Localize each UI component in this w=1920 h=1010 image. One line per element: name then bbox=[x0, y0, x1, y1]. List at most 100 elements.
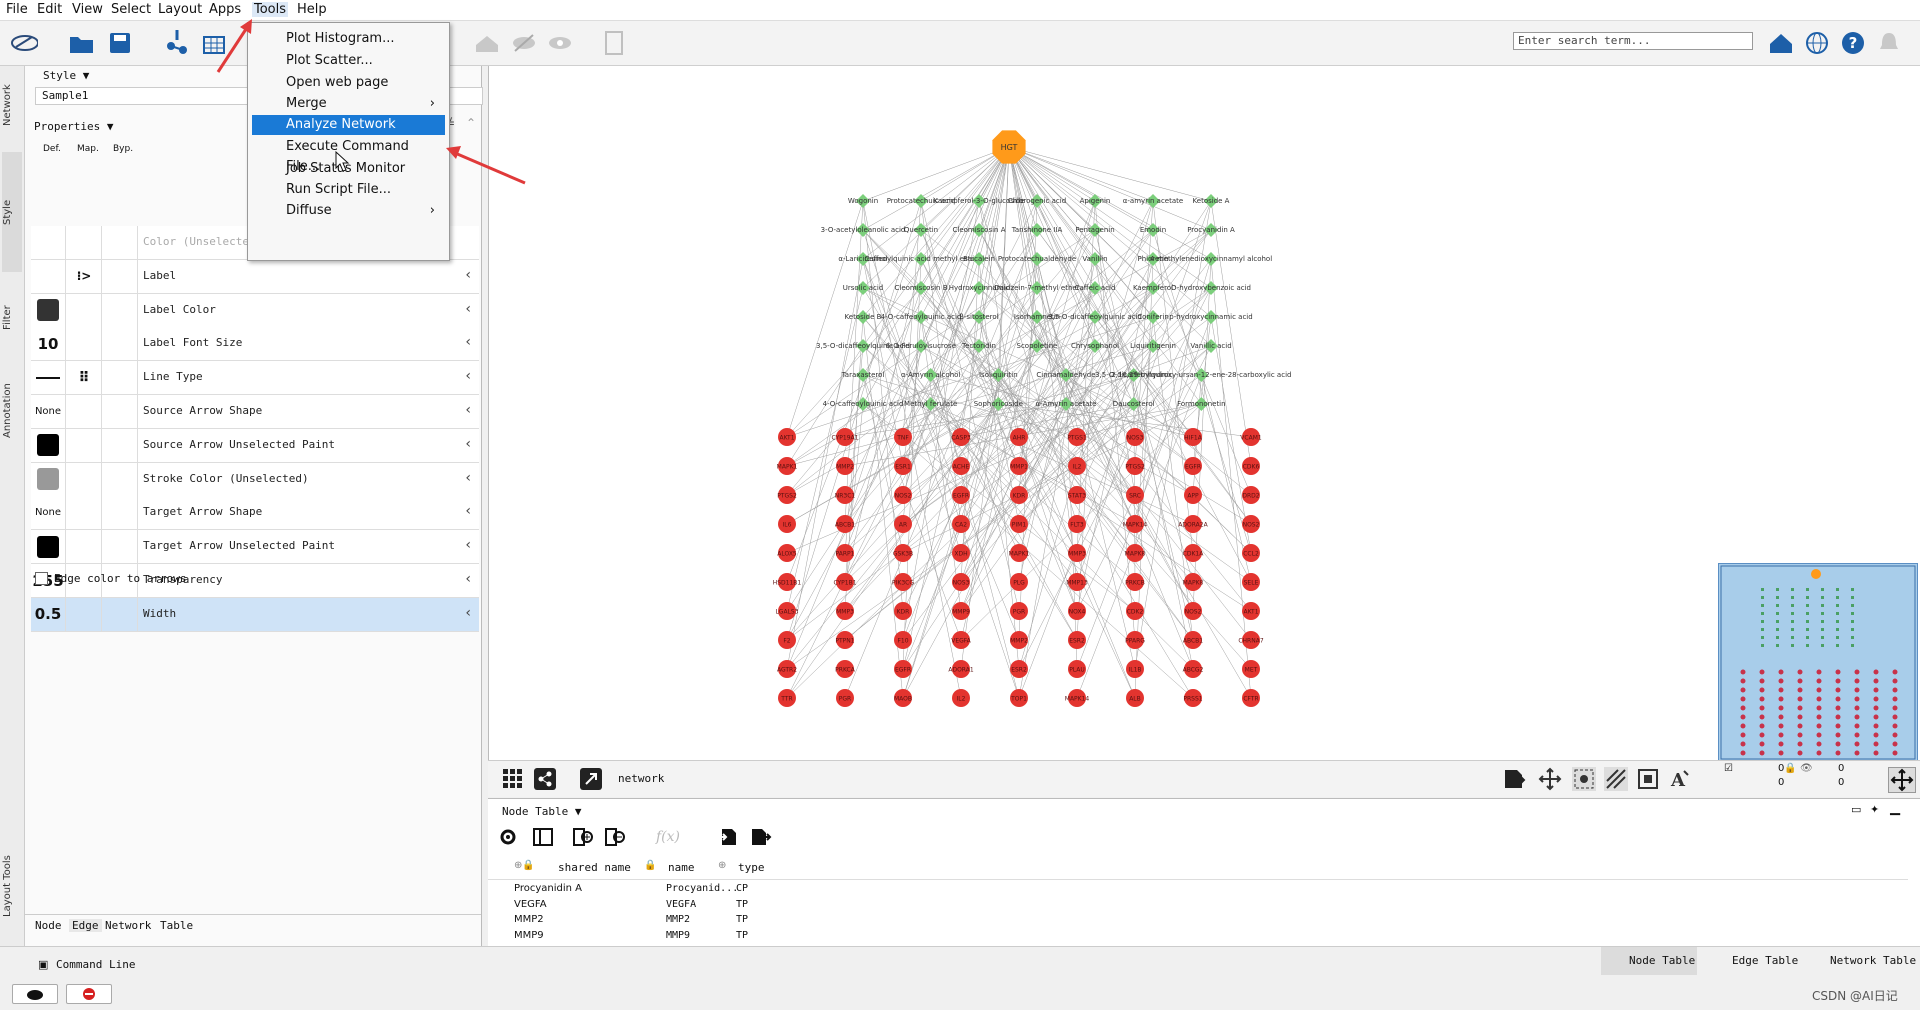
pan-navigate-icon[interactable] bbox=[1888, 767, 1916, 793]
mapping-cell[interactable]: ⁝> bbox=[67, 259, 102, 293]
menu-item-analyze-network[interactable]: Analyze Network bbox=[252, 115, 445, 135]
minimize-panel-icon[interactable]: ▁ bbox=[1890, 801, 1900, 816]
add-column-icon[interactable] bbox=[572, 827, 594, 847]
table-row[interactable]: VEGFA VEGFA TP bbox=[488, 899, 1888, 914]
property-row-target-arrow-unselected-paint[interactable]: Target Arrow Unselected Paint ‹ bbox=[31, 530, 479, 565]
default-value-cell[interactable]: None bbox=[31, 395, 66, 428]
menu-tools[interactable]: Tools bbox=[252, 2, 289, 17]
edge-color-to-arrows-checkbox[interactable]: Edge color to arrows bbox=[35, 572, 186, 585]
default-value-cell[interactable]: None bbox=[31, 496, 66, 530]
menu-item-plot-histogram[interactable]: Plot Histogram... bbox=[252, 29, 445, 49]
color-swatch[interactable] bbox=[37, 299, 59, 322]
mapping-cell[interactable] bbox=[67, 462, 102, 496]
bypass-cell[interactable] bbox=[103, 428, 138, 462]
menu-layout[interactable]: Layout bbox=[158, 2, 202, 17]
bypass-cell[interactable] bbox=[103, 327, 138, 361]
table-settings-icon[interactable] bbox=[498, 827, 518, 847]
help-icon[interactable]: ? bbox=[1839, 29, 1867, 57]
bypass-cell[interactable] bbox=[103, 530, 138, 564]
menu-item-job-status-monitor[interactable]: Job Status Monitor bbox=[252, 159, 445, 179]
bypass-cell[interactable] bbox=[103, 462, 138, 496]
network-table-tab[interactable]: Network Table bbox=[1808, 947, 1920, 975]
chevron-left-icon[interactable]: ‹ bbox=[465, 571, 471, 587]
color-swatch[interactable] bbox=[37, 535, 59, 558]
tab-network[interactable]: Network bbox=[2, 72, 22, 138]
menu-file[interactable]: File bbox=[6, 2, 28, 17]
default-value-cell[interactable]: 0.5 bbox=[31, 597, 66, 631]
fit-content-icon[interactable] bbox=[1538, 767, 1562, 791]
chevron-left-icon[interactable]: ‹ bbox=[465, 301, 471, 317]
property-row-stroke-color-unselected[interactable]: Stroke Color (Unselected) ‹ bbox=[31, 462, 479, 497]
tab-filter[interactable]: Filter bbox=[2, 288, 22, 348]
pin-panel-icon[interactable]: ✦ bbox=[1870, 803, 1879, 816]
mapping-cell[interactable] bbox=[67, 530, 102, 564]
share-network-icon[interactable] bbox=[534, 768, 556, 790]
property-row-label-color[interactable]: Label Color ‹ bbox=[31, 293, 479, 328]
mapping-cell[interactable] bbox=[67, 428, 102, 462]
stop-button[interactable] bbox=[66, 984, 112, 1004]
import-network-icon[interactable] bbox=[163, 29, 191, 57]
col-type[interactable]: type bbox=[738, 861, 765, 874]
mapping-cell[interactable] bbox=[67, 496, 102, 530]
mapping-cell[interactable] bbox=[67, 597, 102, 631]
annotation-selection-icon[interactable] bbox=[1636, 767, 1660, 791]
tab-layout-tools[interactable]: Layout Tools bbox=[2, 836, 22, 936]
default-value-cell[interactable] bbox=[31, 361, 66, 395]
export-image-icon[interactable] bbox=[1502, 767, 1526, 791]
menu-select[interactable]: Select bbox=[111, 2, 151, 17]
bypass-cell[interactable] bbox=[103, 597, 138, 631]
chevron-left-icon[interactable]: ‹ bbox=[465, 334, 471, 350]
save-icon[interactable] bbox=[106, 29, 134, 57]
mapping-cell[interactable] bbox=[67, 395, 102, 428]
default-value-cell[interactable]: 10 bbox=[31, 327, 66, 361]
fit-selected-icon[interactable] bbox=[1572, 767, 1596, 791]
default-value-cell[interactable] bbox=[31, 530, 66, 564]
command-line-label[interactable]: Command Line bbox=[56, 958, 135, 971]
table-row[interactable]: Procyanidin A Procyanid... CP bbox=[488, 883, 1888, 898]
property-row-label-font-size[interactable]: 10 Label Font Size ‹ bbox=[31, 327, 479, 362]
float-panel-icon[interactable]: ▭ bbox=[1851, 803, 1861, 816]
menu-item-diffuse[interactable]: Diffuse › bbox=[252, 201, 445, 221]
expand-all-icon[interactable]: ⌃ bbox=[466, 116, 476, 130]
color-swatch[interactable] bbox=[37, 468, 59, 491]
chevron-left-icon[interactable]: ‹ bbox=[465, 368, 471, 384]
menu-item-run-script-file[interactable]: Run Script File... bbox=[252, 180, 445, 200]
show-columns-icon[interactable] bbox=[532, 827, 554, 847]
import-table-icon[interactable] bbox=[200, 29, 228, 57]
cloud-button[interactable] bbox=[12, 984, 58, 1004]
tab-style[interactable]: Style bbox=[2, 152, 22, 272]
chevron-left-icon[interactable]: ‹ bbox=[465, 267, 471, 283]
color-swatch[interactable] bbox=[37, 434, 59, 457]
node-table-tab[interactable]: Node Table bbox=[1601, 947, 1697, 975]
bypass-cell[interactable] bbox=[103, 496, 138, 530]
network-canvas[interactable]: HGT Wogonin Protocatechuic acid Kaempferol-… bbox=[488, 66, 1920, 760]
col-shared-name[interactable]: shared name bbox=[558, 861, 631, 874]
network-overview-minimap[interactable] bbox=[1718, 563, 1918, 762]
delete-column-icon[interactable] bbox=[604, 827, 626, 847]
menu-edit[interactable]: Edit bbox=[37, 2, 62, 17]
chevron-left-icon[interactable]: ‹ bbox=[465, 503, 471, 519]
nav-checkbox-icon[interactable]: ☑ bbox=[1724, 763, 1733, 774]
col-name[interactable]: name bbox=[668, 861, 695, 874]
tab-annotation[interactable]: Annotation bbox=[2, 366, 22, 456]
export-table-icon[interactable] bbox=[750, 827, 772, 847]
bypass-cell[interactable] bbox=[103, 259, 138, 293]
edge-table-tab[interactable]: Edge Table bbox=[1710, 947, 1806, 975]
menu-view[interactable]: View bbox=[72, 2, 103, 17]
property-row-target-arrow-shape[interactable]: None Target Arrow Shape ‹ bbox=[31, 496, 479, 531]
show-graphics-details-icon[interactable] bbox=[1604, 767, 1628, 791]
properties-dropdown[interactable]: Properties ▼ bbox=[34, 120, 113, 133]
default-value-cell[interactable] bbox=[31, 462, 66, 496]
mapping-cell[interactable] bbox=[67, 327, 102, 361]
mapping-cell[interactable] bbox=[67, 226, 102, 259]
mapping-cell[interactable] bbox=[67, 293, 102, 327]
menu-help[interactable]: Help bbox=[297, 2, 327, 17]
globe-icon[interactable] bbox=[1803, 29, 1831, 57]
property-row-source-arrow-unselected-paint[interactable]: Source Arrow Unselected Paint ‹ bbox=[31, 428, 479, 463]
bypass-cell[interactable] bbox=[103, 361, 138, 395]
property-row-label[interactable]: ⁝> Label ‹ bbox=[31, 259, 479, 294]
tab-table[interactable]: Table bbox=[160, 919, 193, 932]
default-value-cell[interactable] bbox=[31, 259, 66, 293]
property-row-width[interactable]: 0.5 Width ‹ bbox=[31, 597, 479, 632]
minimap-viewport[interactable] bbox=[1720, 565, 1916, 760]
